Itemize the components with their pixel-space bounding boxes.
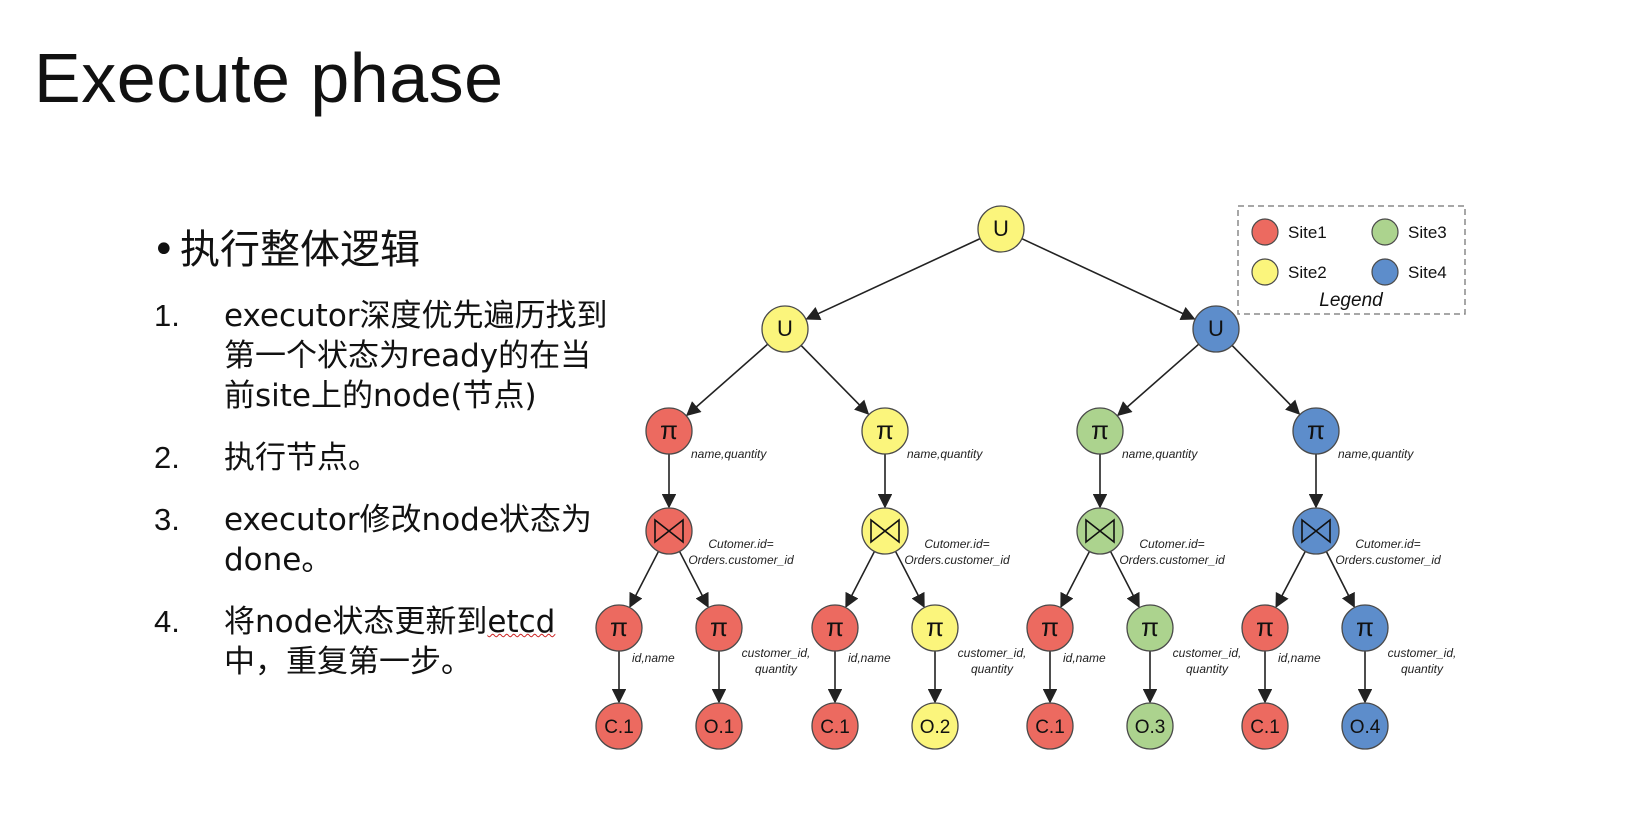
node-annotation: name,quantity xyxy=(1122,447,1198,461)
node-annotation: Orders.customer_id xyxy=(904,553,1010,567)
node-annotation: id,name xyxy=(1278,651,1321,665)
tree-node-project: π id,name xyxy=(1241,604,1321,665)
node-operator-label: π xyxy=(610,612,628,642)
node-fragment-label: C.1 xyxy=(604,717,634,738)
tree-node-leaf: C.1 xyxy=(1241,702,1289,750)
node-annotation: id,name xyxy=(632,651,675,665)
tree-node-union: U xyxy=(761,305,809,353)
tree-node-leaf: O.4 xyxy=(1341,702,1389,750)
node-annotation: customer_id, xyxy=(742,646,811,660)
tree-node-join: Cutomer.id= Orders.customer_id xyxy=(1076,507,1225,567)
node-fragment-label: C.1 xyxy=(1250,717,1280,738)
node-operator-label: π xyxy=(660,415,678,445)
node-operator-label: π xyxy=(876,415,894,445)
node-annotation: id,name xyxy=(1063,651,1106,665)
node-operator-label: π xyxy=(1356,612,1374,642)
tree-node-project: π customer_id, quantity xyxy=(1341,604,1457,676)
node-fragment-label: O.3 xyxy=(1135,717,1166,738)
tree-node-project: π customer_id, quantity xyxy=(911,604,1027,676)
tree-node-leaf: C.1 xyxy=(811,702,859,750)
tree-edge-arrow xyxy=(1021,237,1196,320)
node-operator-label: π xyxy=(826,612,844,642)
tree-node-union: U xyxy=(1192,305,1240,353)
legend-swatch-site4 xyxy=(1371,258,1399,286)
node-annotation: customer_id, xyxy=(958,646,1027,660)
tree-node-project: π id,name xyxy=(1026,604,1106,665)
node-operator-label: π xyxy=(1256,612,1274,642)
node-operator-label: π xyxy=(1091,415,1109,445)
node-operator-label: π xyxy=(1307,415,1325,445)
legend-label: Site2 xyxy=(1288,263,1327,282)
legend-swatch-site2 xyxy=(1251,258,1279,286)
tree-node-leaf: O.3 xyxy=(1126,702,1174,750)
node-annotation: Cutomer.id= xyxy=(1355,537,1420,551)
tree-edge-arrow xyxy=(1275,550,1307,609)
node-fragment-label: O.2 xyxy=(920,717,951,738)
node-fragment-label: O.4 xyxy=(1350,717,1381,738)
tree-node-project: π customer_id, quantity xyxy=(1126,604,1242,676)
legend-label: Site3 xyxy=(1408,223,1447,242)
node-annotation: quantity xyxy=(971,662,1014,676)
tree-node-project: π customer_id, quantity xyxy=(695,604,811,676)
node-operator-label: π xyxy=(926,612,944,642)
node-annotation: Cutomer.id= xyxy=(708,537,773,551)
tree-edge-arrow xyxy=(1231,344,1301,415)
node-fragment-label: C.1 xyxy=(820,717,850,738)
legend-label: Site1 xyxy=(1288,223,1327,242)
tree-node-leaf: C.1 xyxy=(595,702,643,750)
node-annotation: name,quantity xyxy=(691,447,767,461)
tree-node-leaf: C.1 xyxy=(1026,702,1074,750)
node-annotation: quantity xyxy=(1401,662,1444,676)
tree-edge-arrow xyxy=(685,343,769,417)
node-annotation: Orders.customer_id xyxy=(1335,553,1441,567)
tree-edge-arrow xyxy=(1116,343,1200,417)
tree-node-project: π id,name xyxy=(595,604,675,665)
node-annotation: customer_id, xyxy=(1388,646,1457,660)
node-operator-label: U xyxy=(777,316,793,341)
tree-node-project: π name,quantity xyxy=(861,407,983,461)
tree-node-project: π name,quantity xyxy=(1076,407,1198,461)
node-operator-label: π xyxy=(710,612,728,642)
node-operator-label: U xyxy=(993,216,1009,241)
node-operator-label: π xyxy=(1141,612,1159,642)
node-annotation: quantity xyxy=(755,662,798,676)
legend-label: Site4 xyxy=(1408,263,1447,282)
node-operator-label: U xyxy=(1208,316,1224,341)
legend-title: Legend xyxy=(1319,290,1384,311)
legend-swatch-site1 xyxy=(1251,218,1279,246)
legend-swatch-site3 xyxy=(1371,218,1399,246)
node-annotation: name,quantity xyxy=(1338,447,1414,461)
tree-edge-arrow xyxy=(800,344,870,415)
tree-node-project: π id,name xyxy=(811,604,891,665)
legend-box: Site1 Site3 Site2 Site4 Legend xyxy=(1237,205,1466,315)
tree-node-leaf: O.1 xyxy=(695,702,743,750)
node-fragment-label: C.1 xyxy=(1035,717,1065,738)
tree-edge-arrow xyxy=(845,551,876,608)
node-annotation: Cutomer.id= xyxy=(924,537,989,551)
tree-node-project: π name,quantity xyxy=(645,407,767,461)
node-annotation: Orders.customer_id xyxy=(1119,553,1225,567)
tree-node-union: U xyxy=(977,205,1025,253)
tree-node-join: Cutomer.id= Orders.customer_id xyxy=(1292,507,1441,567)
tree-edge-arrow xyxy=(629,551,660,608)
node-annotation: id,name xyxy=(848,651,891,665)
query-plan-tree-diagram: U U Uπ name,quantity π name,quantity π name,qua… xyxy=(595,205,1466,750)
node-annotation: Orders.customer_id xyxy=(688,553,794,567)
tree-edge-arrow xyxy=(1060,551,1091,608)
node-annotation: name,quantity xyxy=(907,447,983,461)
tree-node-join: Cutomer.id= Orders.customer_id xyxy=(645,507,794,567)
tree-node-join: Cutomer.id= Orders.customer_id xyxy=(861,507,1010,567)
node-annotation: Cutomer.id= xyxy=(1139,537,1204,551)
node-operator-label: π xyxy=(1041,612,1059,642)
tree-node-leaf: O.2 xyxy=(911,702,959,750)
node-fragment-label: O.1 xyxy=(704,717,735,738)
node-annotation: quantity xyxy=(1186,662,1229,676)
node-annotation: customer_id, xyxy=(1173,646,1242,660)
tree-edge-arrow xyxy=(805,237,981,321)
tree-node-project: π name,quantity xyxy=(1292,407,1414,461)
